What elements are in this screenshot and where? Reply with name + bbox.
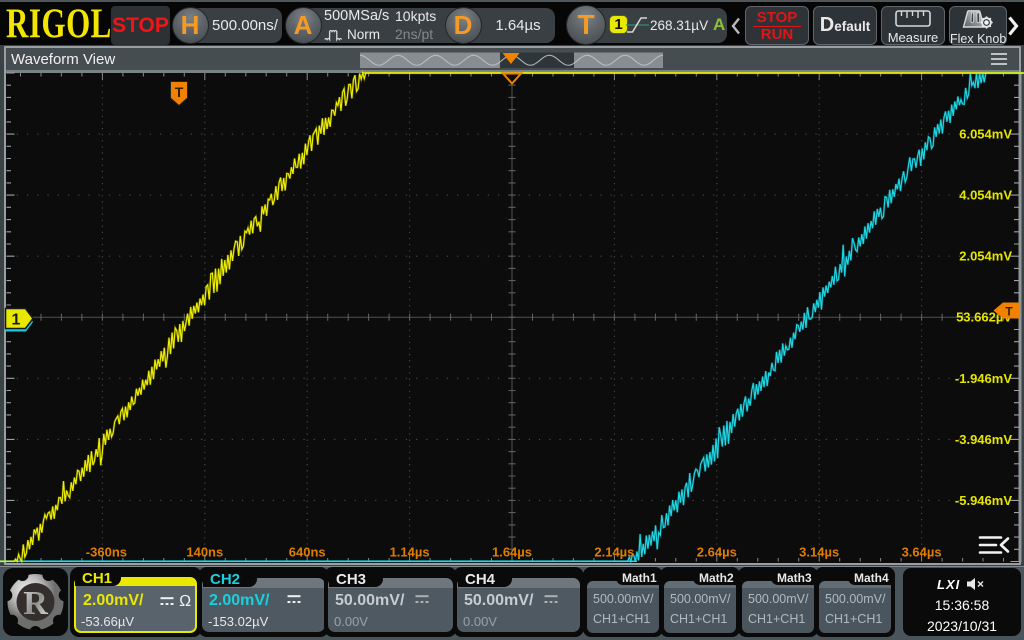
svg-text:140ns: 140ns bbox=[186, 545, 223, 560]
svg-text:2.14µs: 2.14µs bbox=[594, 545, 634, 560]
svg-text:-3.946mV: -3.946mV bbox=[955, 432, 1012, 447]
svg-text:1.14µs: 1.14µs bbox=[390, 545, 430, 560]
svg-text:-1.946mV: -1.946mV bbox=[955, 371, 1012, 386]
svg-text:R: R bbox=[23, 585, 48, 622]
svg-text:-5.946mV: -5.946mV bbox=[955, 493, 1012, 508]
svg-text:3.64µs: 3.64µs bbox=[902, 545, 942, 560]
svg-text:-360ns: -360ns bbox=[86, 545, 127, 560]
svg-text:3.14µs: 3.14µs bbox=[799, 545, 839, 560]
svg-text:1: 1 bbox=[12, 312, 21, 329]
svg-text:T: T bbox=[175, 84, 184, 100]
svg-text:640ns: 640ns bbox=[289, 545, 326, 560]
svg-text:6.054mV: 6.054mV bbox=[959, 127, 1012, 142]
svg-text:4.054mV: 4.054mV bbox=[959, 188, 1012, 203]
svg-text:2.054mV: 2.054mV bbox=[959, 249, 1012, 264]
svg-text:T: T bbox=[1005, 305, 1013, 319]
svg-text:1.64µs: 1.64µs bbox=[492, 545, 532, 560]
svg-text:2.64µs: 2.64µs bbox=[697, 545, 737, 560]
